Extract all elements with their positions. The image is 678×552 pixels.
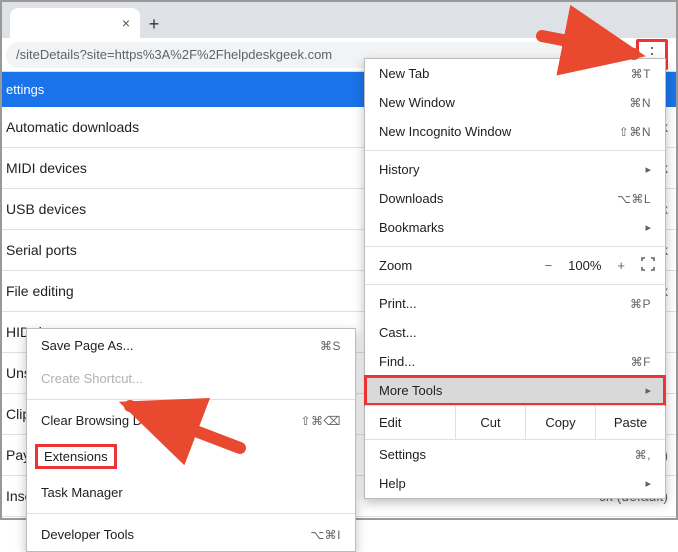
zoom-in-button[interactable]: + xyxy=(617,258,625,273)
menu-new-tab[interactable]: New Tab ⌘T xyxy=(365,59,665,88)
tab-close-icon[interactable]: × xyxy=(122,15,130,31)
menu-label: Print... xyxy=(379,296,417,311)
menu-label: Cast... xyxy=(379,325,417,340)
submenu-save-page[interactable]: Save Page As... ⌘S xyxy=(27,329,355,362)
menu-label: Help xyxy=(379,476,406,491)
menu-shortcut: ⇧⌘N xyxy=(619,125,651,139)
submenu-create-shortcut: Create Shortcut... xyxy=(27,362,355,395)
menu-history[interactable]: History xyxy=(365,155,665,184)
menu-shortcut: ⌘S xyxy=(320,339,341,353)
setting-label: File editing xyxy=(6,283,74,299)
submenu-task-manager[interactable]: Task Manager xyxy=(27,476,355,509)
menu-label: Extensions xyxy=(35,444,117,469)
menu-label: More Tools xyxy=(379,383,442,398)
menu-label: New Window xyxy=(379,95,455,110)
menu-label: Settings xyxy=(379,447,426,462)
menu-edit-row: Edit Cut Copy Paste xyxy=(365,405,665,440)
submenu-clear-data[interactable]: Clear Browsing Data... ⇧⌘⌫ xyxy=(27,404,355,437)
menu-label: Save Page As... xyxy=(41,338,134,353)
menu-bookmarks[interactable]: Bookmarks xyxy=(365,213,665,242)
browser-tab[interactable]: × xyxy=(10,8,140,38)
menu-shortcut: ⌘T xyxy=(631,67,651,81)
menu-zoom-row: Zoom − 100% + xyxy=(365,251,665,280)
menu-shortcut: ⌥⌘L xyxy=(617,192,651,206)
edit-copy-button[interactable]: Copy xyxy=(525,406,595,439)
menu-label: Create Shortcut... xyxy=(41,371,143,386)
submenu-extensions[interactable]: Extensions xyxy=(27,437,355,476)
menu-new-window[interactable]: New Window ⌘N xyxy=(365,88,665,117)
fullscreen-icon[interactable] xyxy=(641,257,655,274)
edit-paste-button[interactable]: Paste xyxy=(595,406,665,439)
menu-label: New Tab xyxy=(379,66,429,81)
menu-cast[interactable]: Cast... xyxy=(365,318,665,347)
menu-shortcut: ⌘, xyxy=(635,448,651,462)
menu-more-tools[interactable]: More Tools xyxy=(364,375,666,406)
setting-label: Automatic downloads xyxy=(6,119,139,135)
menu-incognito[interactable]: New Incognito Window ⇧⌘N xyxy=(365,117,665,146)
menu-label: Find... xyxy=(379,354,415,369)
menu-label: Downloads xyxy=(379,191,443,206)
menu-separator xyxy=(365,150,665,151)
setting-label: USB devices xyxy=(6,201,86,217)
setting-label: Serial ports xyxy=(6,242,77,258)
menu-find[interactable]: Find... ⌘F xyxy=(365,347,665,376)
menu-separator xyxy=(365,246,665,247)
menu-label: Clear Browsing Data... xyxy=(41,413,171,428)
menu-separator xyxy=(27,513,355,514)
zoom-out-button[interactable]: − xyxy=(545,258,553,273)
menu-separator xyxy=(27,399,355,400)
setting-label: MIDI devices xyxy=(6,160,87,176)
menu-separator xyxy=(365,284,665,285)
menu-shortcut: ⇧⌘⌫ xyxy=(300,414,341,428)
menu-shortcut: ⌥⌘I xyxy=(310,528,341,542)
zoom-level: 100% xyxy=(568,258,601,273)
menu-shortcut: ⌘N xyxy=(629,96,651,110)
menu-shortcut: ⌘P xyxy=(630,297,651,311)
menu-label: Edit xyxy=(365,406,455,439)
edit-cut-button[interactable]: Cut xyxy=(455,406,525,439)
menu-label: New Incognito Window xyxy=(379,124,511,139)
menu-label: Zoom xyxy=(379,258,412,273)
menu-label: Task Manager xyxy=(41,485,123,500)
menu-downloads[interactable]: Downloads ⌥⌘L xyxy=(365,184,665,213)
menu-label: History xyxy=(379,162,419,177)
submenu-dev-tools[interactable]: Developer Tools ⌥⌘I xyxy=(27,518,355,551)
menu-label: Developer Tools xyxy=(41,527,134,542)
menu-settings[interactable]: Settings ⌘, xyxy=(365,440,665,469)
more-tools-submenu: Save Page As... ⌘S Create Shortcut... Cle… xyxy=(26,328,356,552)
menu-print[interactable]: Print... ⌘P xyxy=(365,289,665,318)
menu-help[interactable]: Help xyxy=(365,469,665,498)
menu-label: Bookmarks xyxy=(379,220,444,235)
new-tab-button[interactable]: + xyxy=(140,10,168,38)
tab-bar: × + xyxy=(2,2,676,38)
menu-shortcut: ⌘F xyxy=(631,355,651,369)
chrome-menu: New Tab ⌘T New Window ⌘N New Incognito Win… xyxy=(364,58,666,499)
